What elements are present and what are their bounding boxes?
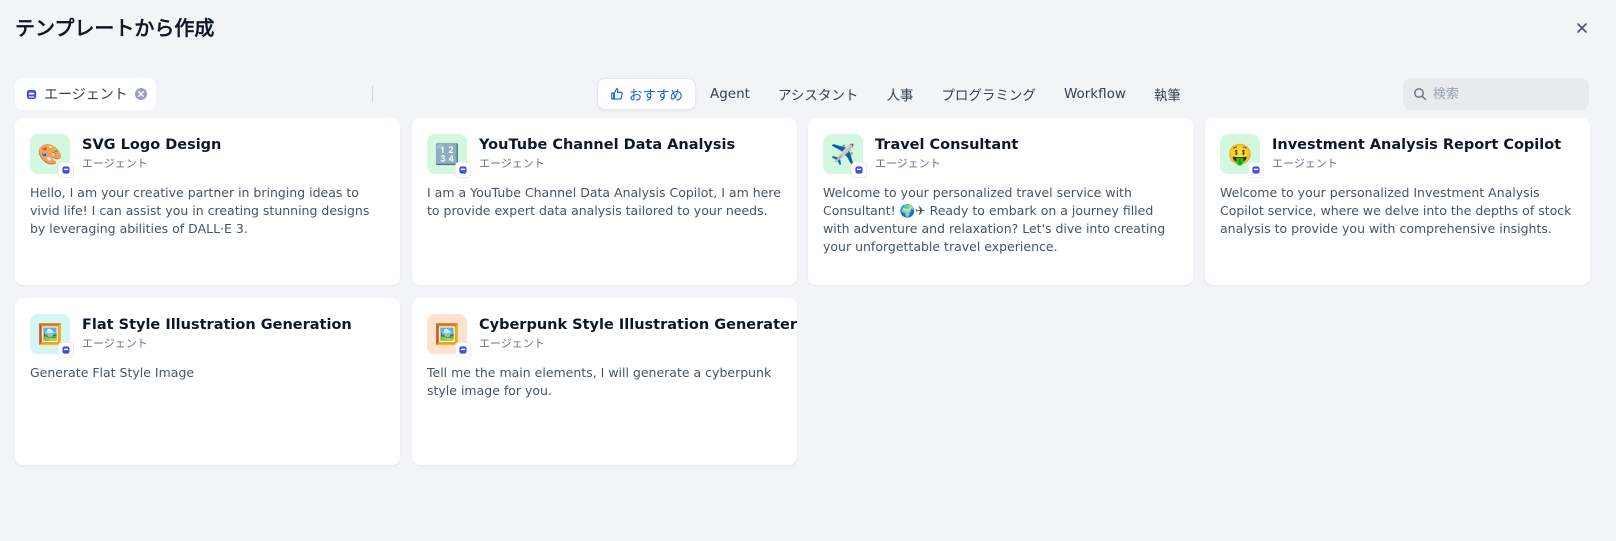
template-card[interactable]: 🤑 Investment Analysis Report Copilot エージ… xyxy=(1205,118,1590,285)
agent-bot-icon xyxy=(26,89,37,99)
agent-badge-icon xyxy=(58,162,74,178)
app-icon: 🤑 xyxy=(1220,134,1264,178)
search-icon xyxy=(1414,88,1427,101)
card-description: Hello, I am your creative partner in bri… xyxy=(30,185,370,236)
card-type: エージェント xyxy=(82,157,148,170)
filter-label: エージェント xyxy=(44,87,128,103)
app-icon: 🎨 xyxy=(30,134,74,178)
card-type: エージェント xyxy=(479,157,545,170)
agent-badge-icon xyxy=(1248,162,1264,178)
agent-badge-icon xyxy=(455,342,471,358)
template-card[interactable]: 🎨 SVG Logo Design エージェント Hello, I am you… xyxy=(15,118,400,285)
card-description: Tell me the main elements, I will genera… xyxy=(427,365,772,398)
card-title: SVG Logo Design xyxy=(82,137,222,153)
app-icon: 🖼️ xyxy=(427,314,471,358)
tab-label: 執筆 xyxy=(1153,88,1181,104)
category-tabs: おすすめ Agent アシスタント 人事 プログラミング Workflow 執筆 xyxy=(597,78,1195,110)
agent-badge-icon xyxy=(851,162,867,178)
card-title: Investment Analysis Report Copilot xyxy=(1272,137,1562,153)
card-description: Generate Flat Style Image xyxy=(30,365,195,380)
tab-label: Agent xyxy=(710,86,750,102)
card-description: Welcome to your personalized Investment … xyxy=(1220,185,1572,236)
close-button[interactable] xyxy=(1570,16,1594,40)
card-title: Flat Style Illustration Generation xyxy=(82,317,352,333)
filter-clear-button[interactable] xyxy=(134,87,148,101)
search-box[interactable] xyxy=(1403,78,1589,110)
card-type: エージェント xyxy=(1272,157,1338,170)
card-title: YouTube Channel Data Analysis xyxy=(479,137,736,153)
tab-label: アシスタント xyxy=(777,88,859,104)
tab-label: プログラミング xyxy=(941,88,1036,104)
thumbs-up-icon xyxy=(611,88,623,100)
app-icon: 🖼️ xyxy=(30,314,74,358)
card-type: エージェント xyxy=(82,337,148,350)
tab-workflow[interactable]: Workflow xyxy=(1050,78,1140,110)
tab-label: 人事 xyxy=(886,88,914,104)
tab-hr[interactable]: 人事 xyxy=(872,78,927,110)
clear-circle-icon xyxy=(134,88,147,100)
tab-writing[interactable]: 執筆 xyxy=(1140,78,1195,110)
card-type: エージェント xyxy=(875,157,941,170)
card-type: エージェント xyxy=(479,337,545,350)
agent-filter-chip[interactable]: エージェント xyxy=(15,78,156,110)
template-card[interactable]: ✈️ Travel Consultant エージェント Welcome to y… xyxy=(808,118,1193,285)
template-card[interactable]: 🖼️ Cyberpunk Style Illustration Generate… xyxy=(412,298,797,465)
tab-label: おすすめ xyxy=(629,88,683,104)
agent-badge-icon xyxy=(58,342,74,358)
page-title: テンプレートから作成 xyxy=(15,16,215,40)
app-icon: 🔢 xyxy=(427,134,471,178)
card-description: Welcome to your personalized travel serv… xyxy=(823,185,1166,254)
close-icon xyxy=(1577,23,1587,33)
template-card[interactable]: 🖼️ Flat Style Illustration Generation エー… xyxy=(15,298,400,465)
card-title: Cyberpunk Style Illustration Generater xyxy=(479,317,797,333)
tab-label: Workflow xyxy=(1063,86,1126,102)
tab-assistant[interactable]: アシスタント xyxy=(764,78,872,110)
divider xyxy=(372,86,373,102)
tab-programming[interactable]: プログラミング xyxy=(927,78,1050,110)
template-card[interactable]: 🔢 YouTube Channel Data Analysis エージェント I… xyxy=(412,118,797,285)
tab-recommended[interactable]: おすすめ xyxy=(597,78,696,110)
search-input[interactable] xyxy=(1433,86,1573,102)
card-title: Travel Consultant xyxy=(875,137,1019,153)
tab-agent[interactable]: Agent xyxy=(696,78,764,110)
app-icon: ✈️ xyxy=(823,134,867,178)
agent-badge-icon xyxy=(455,162,471,178)
card-description: I am a YouTube Channel Data Analysis Cop… xyxy=(427,185,781,218)
